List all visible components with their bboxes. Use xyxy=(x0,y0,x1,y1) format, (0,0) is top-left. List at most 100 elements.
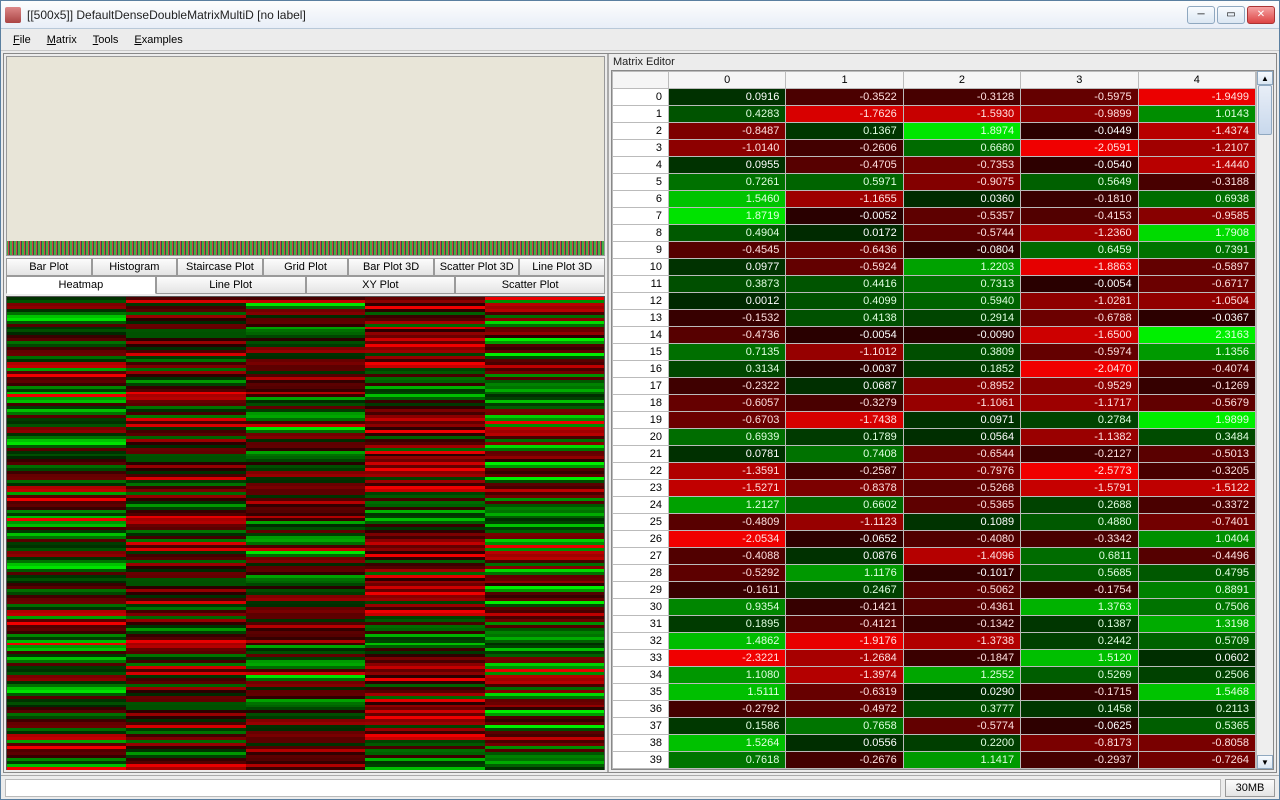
close-button[interactable]: ✕ xyxy=(1247,6,1275,24)
matrix-cell[interactable]: -0.2606 xyxy=(786,140,903,157)
tab-scatter-plot[interactable]: Scatter Plot xyxy=(455,276,605,294)
matrix-cell[interactable]: 0.0955 xyxy=(669,157,786,174)
matrix-cell[interactable]: -1.2107 xyxy=(1138,140,1255,157)
matrix-grid-scroll[interactable]: 0123400.0916-0.3522-0.3128-0.5975-1.9499… xyxy=(612,71,1256,769)
matrix-cell[interactable]: 0.0172 xyxy=(786,225,903,242)
matrix-cell[interactable]: 0.0290 xyxy=(903,684,1020,701)
matrix-cell[interactable]: -0.1342 xyxy=(903,616,1020,633)
matrix-cell[interactable]: -0.5974 xyxy=(1021,344,1138,361)
matrix-cell[interactable]: 1.1356 xyxy=(1138,344,1255,361)
matrix-cell[interactable]: 0.0556 xyxy=(786,735,903,752)
matrix-cell[interactable]: 0.5709 xyxy=(1138,633,1255,650)
matrix-cell[interactable]: -0.4736 xyxy=(669,327,786,344)
row-header[interactable]: 10 xyxy=(613,259,669,276)
matrix-cell[interactable]: -0.4972 xyxy=(786,701,903,718)
matrix-cell[interactable]: -0.9529 xyxy=(1021,378,1138,395)
matrix-cell[interactable]: -0.4088 xyxy=(669,548,786,565)
matrix-cell[interactable]: 0.3134 xyxy=(669,361,786,378)
row-header[interactable]: 21 xyxy=(613,446,669,463)
memory-button[interactable]: 30MB xyxy=(1225,779,1275,797)
matrix-cell[interactable]: 0.0012 xyxy=(669,293,786,310)
matrix-cell[interactable]: -1.4374 xyxy=(1138,123,1255,140)
matrix-cell[interactable]: -1.4440 xyxy=(1138,157,1255,174)
row-header[interactable]: 14 xyxy=(613,327,669,344)
row-header[interactable]: 30 xyxy=(613,599,669,616)
row-header[interactable]: 22 xyxy=(613,463,669,480)
matrix-cell[interactable]: 0.6602 xyxy=(786,497,903,514)
matrix-cell[interactable]: -1.0281 xyxy=(1021,293,1138,310)
tab-bar-plot-3d[interactable]: Bar Plot 3D xyxy=(348,258,434,276)
minimize-button[interactable]: ─ xyxy=(1187,6,1215,24)
scroll-thumb[interactable] xyxy=(1258,85,1272,135)
row-header[interactable]: 32 xyxy=(613,633,669,650)
matrix-cell[interactable]: 0.3777 xyxy=(903,701,1020,718)
matrix-cell[interactable]: 2.3163 xyxy=(1138,327,1255,344)
matrix-cell[interactable]: 0.6459 xyxy=(1021,242,1138,259)
tab-staircase-plot[interactable]: Staircase Plot xyxy=(177,258,263,276)
matrix-cell[interactable]: 0.7408 xyxy=(786,446,903,463)
matrix-cell[interactable]: -0.5365 xyxy=(903,497,1020,514)
row-header[interactable]: 38 xyxy=(613,735,669,752)
row-header[interactable]: 16 xyxy=(613,361,669,378)
matrix-cell[interactable]: 0.4138 xyxy=(786,310,903,327)
matrix-cell[interactable]: -1.6500 xyxy=(1021,327,1138,344)
row-header[interactable]: 26 xyxy=(613,531,669,548)
row-header[interactable]: 4 xyxy=(613,157,669,174)
matrix-cell[interactable]: 0.1789 xyxy=(786,429,903,446)
matrix-cell[interactable]: 1.5111 xyxy=(669,684,786,701)
matrix-cell[interactable]: 0.5365 xyxy=(1138,718,1255,735)
matrix-cell[interactable]: -0.5744 xyxy=(903,225,1020,242)
matrix-cell[interactable]: -0.1810 xyxy=(1021,191,1138,208)
row-header[interactable]: 18 xyxy=(613,395,669,412)
row-header[interactable]: 34 xyxy=(613,667,669,684)
matrix-cell[interactable]: 0.0602 xyxy=(1138,650,1255,667)
matrix-cell[interactable]: -0.8058 xyxy=(1138,735,1255,752)
matrix-cell[interactable]: -1.1717 xyxy=(1021,395,1138,412)
matrix-cell[interactable]: -0.5268 xyxy=(903,480,1020,497)
matrix-cell[interactable]: -0.6544 xyxy=(903,446,1020,463)
matrix-cell[interactable]: 0.2442 xyxy=(1021,633,1138,650)
matrix-cell[interactable]: -0.4705 xyxy=(786,157,903,174)
matrix-cell[interactable]: 0.1586 xyxy=(669,718,786,735)
matrix-cell[interactable]: 0.6939 xyxy=(669,429,786,446)
matrix-cell[interactable]: -0.8487 xyxy=(669,123,786,140)
matrix-cell[interactable]: -0.0037 xyxy=(786,361,903,378)
matrix-cell[interactable]: -0.7353 xyxy=(903,157,1020,174)
matrix-cell[interactable]: 0.5649 xyxy=(1021,174,1138,191)
vertical-scrollbar[interactable]: ▲ ▼ xyxy=(1256,71,1273,769)
tab-bar-plot[interactable]: Bar Plot xyxy=(6,258,92,276)
matrix-cell[interactable]: 0.0876 xyxy=(786,548,903,565)
col-header[interactable]: 2 xyxy=(903,72,1020,89)
matrix-cell[interactable]: -1.5271 xyxy=(669,480,786,497)
matrix-cell[interactable]: -0.9585 xyxy=(1138,208,1255,225)
scroll-down-button[interactable]: ▼ xyxy=(1257,755,1273,769)
matrix-cell[interactable]: -1.1123 xyxy=(786,514,903,531)
matrix-cell[interactable]: -1.7438 xyxy=(786,412,903,429)
matrix-cell[interactable]: -0.4587 xyxy=(669,769,786,770)
matrix-cell[interactable]: -1.2360 xyxy=(1021,225,1138,242)
matrix-cell[interactable]: -0.6717 xyxy=(1138,276,1255,293)
tab-heatmap[interactable]: Heatmap xyxy=(6,276,156,294)
matrix-cell[interactable]: -0.7401 xyxy=(1138,514,1255,531)
matrix-cell[interactable]: 1.0404 xyxy=(1138,531,1255,548)
matrix-cell[interactable]: 0.4795 xyxy=(1138,565,1255,582)
matrix-cell[interactable]: 1.2203 xyxy=(903,259,1020,276)
matrix-cell[interactable]: -0.1532 xyxy=(669,310,786,327)
matrix-cell[interactable]: -0.8173 xyxy=(1021,735,1138,752)
row-header[interactable]: 2 xyxy=(613,123,669,140)
matrix-cell[interactable]: 0.4416 xyxy=(786,276,903,293)
matrix-cell[interactable]: 0.7391 xyxy=(1138,242,1255,259)
matrix-cell[interactable]: 0.2113 xyxy=(1138,701,1255,718)
matrix-cell[interactable]: 0.2914 xyxy=(903,310,1020,327)
matrix-cell[interactable]: -0.4153 xyxy=(1021,208,1138,225)
col-header[interactable]: 0 xyxy=(669,72,786,89)
matrix-cell[interactable]: 0.6680 xyxy=(903,140,1020,157)
menu-examples[interactable]: Examples xyxy=(128,32,188,48)
upper-chart-area[interactable] xyxy=(6,56,605,256)
matrix-cell[interactable]: 0.3873 xyxy=(669,276,786,293)
matrix-cell[interactable]: -0.4545 xyxy=(669,242,786,259)
matrix-cell[interactable]: -0.3128 xyxy=(903,89,1020,106)
scroll-up-button[interactable]: ▲ xyxy=(1257,71,1273,85)
matrix-cell[interactable]: -0.5924 xyxy=(786,259,903,276)
matrix-cell[interactable]: 1.7908 xyxy=(1138,225,1255,242)
